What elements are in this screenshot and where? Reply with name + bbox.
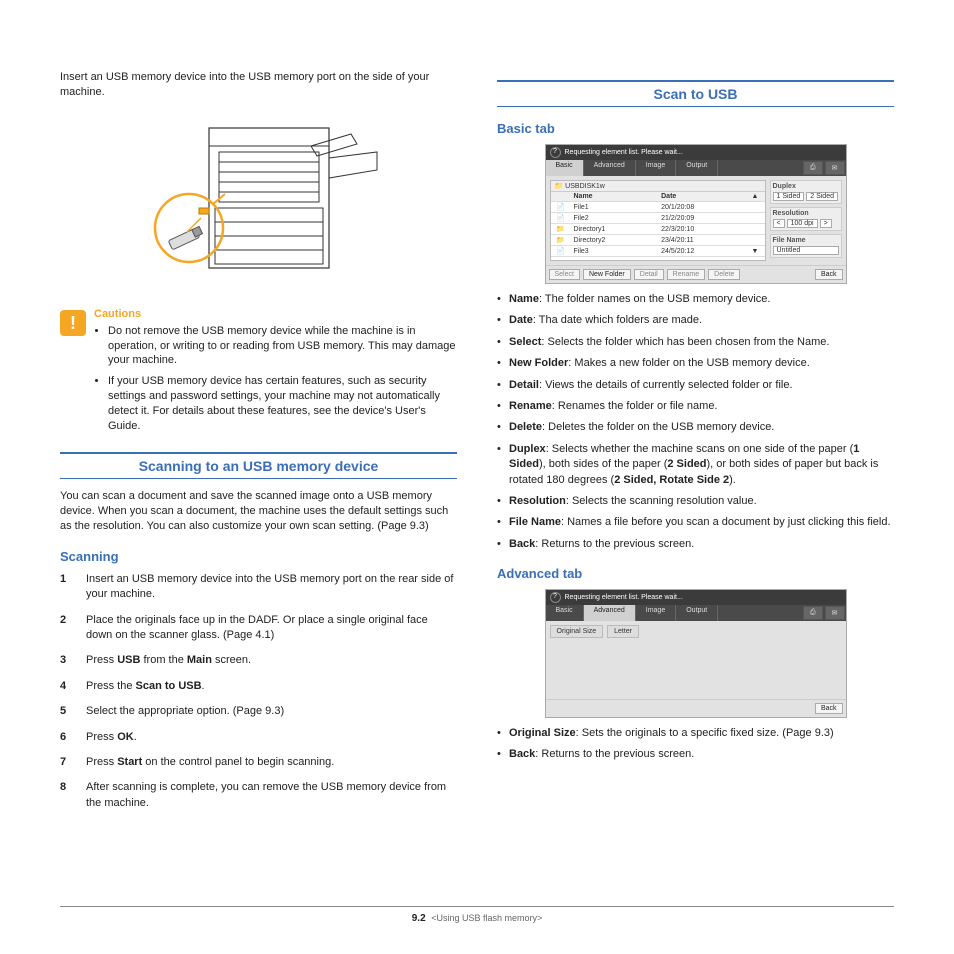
help-icon[interactable]: ?: [550, 592, 561, 603]
tab-image[interactable]: Image: [636, 605, 676, 621]
rename-button[interactable]: Rename: [667, 269, 705, 280]
file-icon: 📄: [551, 213, 571, 224]
tab-image[interactable]: Image: [636, 160, 676, 176]
arrow-right-icon[interactable]: >: [820, 219, 832, 228]
new-folder-button[interactable]: New Folder: [583, 269, 631, 280]
resolution-value: 100 dpi: [787, 219, 818, 228]
table-row[interactable]: 📄File221/2/20:09: [551, 213, 765, 224]
file-icon: 📄: [551, 246, 571, 257]
tab-output[interactable]: Output: [676, 605, 718, 621]
toolbar-icon[interactable]: ⎙: [803, 161, 823, 175]
folder-icon: 📁: [551, 224, 571, 235]
caution-item: Do not remove the USB memory device whil…: [108, 324, 457, 369]
toolbar-icon[interactable]: ✉: [825, 606, 845, 620]
step-text: Press Start on the control panel to begi…: [86, 755, 334, 770]
advanced-tab-screenshot: ?Requesting element list. Please wait...…: [545, 589, 847, 718]
tab-advanced[interactable]: Advanced: [584, 160, 636, 176]
table-row[interactable]: 📁Directory223/4/20:11: [551, 235, 765, 246]
filename-field[interactable]: Untitled: [773, 246, 839, 255]
step-text: Select the appropriate option. (Page 9.3…: [86, 704, 284, 719]
advanced-tab-definition-list: Original Size: Sets the originals to a s…: [497, 726, 894, 763]
chapter-label: <Using USB flash memory>: [431, 913, 542, 923]
basic-tab-definition-list: Name: The folder names on the USB memory…: [497, 292, 894, 552]
tab-basic[interactable]: Basic: [546, 160, 584, 176]
section-intro: You can scan a document and save the sca…: [60, 489, 457, 535]
step-text: Insert an USB memory device into the USB…: [86, 572, 457, 603]
tab-output[interactable]: Output: [676, 160, 718, 176]
step-text: Press OK.: [86, 730, 137, 745]
duplex-option[interactable]: 2 Sided: [806, 192, 838, 201]
section-heading-scan-to-usb: Scan to USB: [497, 80, 894, 107]
filename-label: File Name: [773, 237, 839, 244]
tab-basic[interactable]: Basic: [546, 605, 584, 621]
toolbar-icon[interactable]: ✉: [825, 161, 845, 175]
intro-text: Insert an USB memory device into the USB…: [60, 70, 457, 100]
toolbar-icon[interactable]: ⎙: [803, 606, 823, 620]
caution-icon: !: [60, 310, 86, 336]
back-button[interactable]: Back: [815, 703, 843, 714]
basic-tab-heading: Basic tab: [497, 121, 894, 136]
page-footer: 9.2 <Using USB flash memory>: [60, 906, 894, 924]
step-text: Place the originals face up in the DADF.…: [86, 613, 457, 644]
page-number: 9.2: [412, 913, 426, 924]
tab-advanced[interactable]: Advanced: [584, 605, 636, 621]
caution-item: If your USB memory device has certain fe…: [108, 374, 457, 433]
help-icon[interactable]: ?: [550, 147, 561, 158]
folder-icon: 📁: [551, 235, 571, 246]
section-heading-scan-to-usb-device: Scanning to an USB memory device: [60, 452, 457, 479]
cautions-title: Cautions: [94, 308, 457, 320]
resolution-label: Resolution: [773, 210, 839, 217]
delete-button[interactable]: Delete: [708, 269, 740, 280]
original-size-button[interactable]: Original Size: [550, 625, 604, 638]
scanning-steps: 1Insert an USB memory device into the US…: [60, 572, 457, 811]
back-button[interactable]: Back: [815, 269, 843, 280]
scanning-heading: Scanning: [60, 549, 457, 564]
advanced-tab-heading: Advanced tab: [497, 566, 894, 581]
arrow-left-icon[interactable]: <: [773, 219, 785, 228]
table-row[interactable]: 📄File120/1/20:08: [551, 202, 765, 213]
step-text: Press the Scan to USB.: [86, 679, 205, 694]
detail-button[interactable]: Detail: [634, 269, 664, 280]
step-text: After scanning is complete, you can remo…: [86, 780, 457, 811]
printer-diagram: [129, 108, 389, 298]
step-text: Press USB from the Main screen.: [86, 653, 251, 668]
duplex-label: Duplex: [773, 183, 839, 190]
file-icon: 📄: [551, 202, 571, 213]
table-row[interactable]: 📄File324/5/20:12▼: [551, 246, 765, 257]
caution-list: Do not remove the USB memory device whil…: [94, 324, 457, 434]
original-size-value[interactable]: Letter: [607, 625, 639, 638]
basic-tab-screenshot: ?Requesting element list. Please wait...…: [545, 144, 847, 284]
select-button[interactable]: Select: [549, 269, 580, 280]
duplex-option[interactable]: 1 Sided: [773, 192, 805, 201]
table-row[interactable]: 📁Directory122/3/20:10: [551, 224, 765, 235]
